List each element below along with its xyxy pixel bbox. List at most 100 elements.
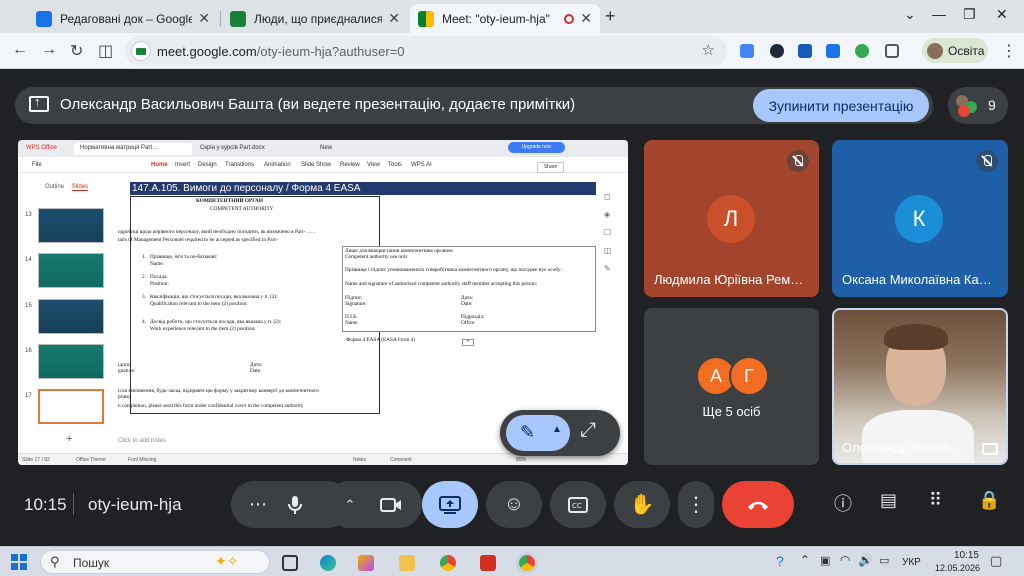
bookmark-star-icon[interactable]: ☆: [702, 41, 715, 59]
help-icon[interactable]: ?: [776, 553, 784, 569]
reload-icon[interactable]: ↻: [70, 41, 83, 61]
translate-extension-icon[interactable]: [740, 44, 754, 58]
menu-item: Home: [151, 162, 168, 168]
reactions-button[interactable]: ☺: [486, 481, 542, 528]
tab-search-icon[interactable]: ⌄: [904, 6, 916, 23]
chat-icon[interactable]: ▤: [880, 490, 897, 511]
edge-icon[interactable]: [320, 555, 336, 571]
url-text[interactable]: meet.google.com/oty-ieum-hja?authuser=0: [157, 44, 405, 59]
activities-icon[interactable]: ⠿: [929, 490, 942, 511]
office-label-en: Office: [461, 320, 475, 326]
authority-use-text: Прізвище і підпис уповноваженого співроб…: [345, 267, 562, 273]
close-tab-icon[interactable]: ✕: [198, 10, 210, 27]
item-number: 2.: [142, 274, 146, 280]
intro-text: одробиці щодо керівного персоналу, який …: [118, 229, 316, 235]
leave-call-button[interactable]: [722, 481, 794, 528]
others-tile[interactable]: А Г Ще 5 осіб: [644, 308, 819, 465]
input-language[interactable]: УКР: [902, 557, 921, 568]
copilot-icon[interactable]: [358, 555, 374, 571]
close-window-icon[interactable]: ✕: [996, 6, 1008, 23]
forward-icon[interactable]: →: [41, 41, 57, 59]
close-tab-icon[interactable]: ✕: [388, 10, 400, 27]
search-icon: ⚲: [50, 554, 60, 569]
volume-icon[interactable]: 🔊: [858, 553, 873, 567]
new-tab-button[interactable]: +: [605, 6, 616, 27]
wifi-icon[interactable]: ◠: [840, 553, 850, 567]
notes-placeholder: Click to add notes: [118, 438, 166, 444]
menu-item: Transitions: [225, 162, 255, 168]
wps-new-tab: New: [320, 145, 333, 151]
tray-date[interactable]: 12.05.2026: [932, 563, 980, 573]
extension-icon[interactable]: [855, 44, 869, 58]
docs-extension-icon[interactable]: [826, 44, 840, 58]
notifications-icon[interactable]: ▢: [990, 553, 1002, 569]
split-view-icon[interactable]: ◫: [98, 41, 113, 61]
item-label-en: Work experience relevant to the item (2)…: [150, 326, 256, 332]
wps-ribbon-menu: File Home Insert Design Transitions Anim…: [18, 157, 628, 173]
annotate-button[interactable]: ✎ ▲: [506, 415, 570, 451]
caret-up-icon: ▲: [552, 424, 562, 435]
intro-text-en: tails of Management Personnel required t…: [118, 237, 278, 243]
menu-kebab-icon[interactable]: ⋮: [1001, 41, 1017, 61]
captions-button[interactable]: CC: [550, 481, 606, 528]
tray-time[interactable]: 10:15: [945, 550, 979, 561]
name-label-en: Name: [345, 320, 358, 326]
stop-presenting-button[interactable]: Зупинити презентацію: [753, 89, 929, 122]
profile-button[interactable]: Освіта: [922, 38, 988, 63]
chrome-icon[interactable]: [440, 555, 456, 571]
self-video-tile[interactable]: Олександр Васил…: [832, 308, 1008, 465]
expand-icon[interactable]: ⤢: [580, 419, 596, 442]
back-icon[interactable]: ←: [12, 41, 28, 59]
meeting-info-icon[interactable]: ⓘ: [834, 490, 852, 516]
wps-office-icon[interactable]: [480, 555, 496, 571]
file-explorer-icon[interactable]: [399, 555, 415, 571]
host-controls-icon[interactable]: 🔒: [978, 490, 1000, 511]
participants-button[interactable]: 9: [948, 87, 1008, 124]
mic-button[interactable]: [272, 481, 318, 528]
present-screen-icon: [29, 94, 49, 112]
raise-hand-button[interactable]: ✋: [614, 481, 670, 528]
pen-annotate-icon: ✎: [520, 422, 536, 442]
battery-icon[interactable]: ▭: [879, 554, 889, 567]
url-path: /oty-ieum-hja?authuser=0: [256, 44, 405, 59]
extension-icon[interactable]: [798, 44, 812, 58]
thumb-number: 15: [25, 303, 32, 309]
extensions-puzzle-icon[interactable]: [885, 44, 899, 58]
slide-thumbnail: [38, 208, 104, 243]
minimize-icon[interactable]: —: [932, 6, 946, 22]
item-label: Кваліфікація, що стосується посади, яка …: [150, 294, 278, 300]
footer-text: ргану: [118, 394, 131, 400]
tray-app-icon[interactable]: ▣: [820, 554, 830, 567]
item-label-en: Position:: [150, 281, 169, 287]
chrome-active-icon[interactable]: [516, 552, 538, 574]
form-caption: Форма 4 EASA (EASA Form 4): [346, 337, 416, 343]
pip-icon[interactable]: [982, 443, 998, 455]
browser-tab-drive[interactable]: Редаговані док – Google Диск ✕: [28, 4, 218, 33]
item-number: 4.: [142, 319, 146, 325]
browser-tab-people[interactable]: Люди, що приєдналися до ку… ✕: [222, 4, 408, 33]
slides-panel-tabs: Outline Slides: [45, 184, 89, 191]
hang-up-icon: [748, 501, 768, 510]
participant-tile[interactable]: К Оксана Миколаївна Ка…: [832, 140, 1008, 297]
participant-tile[interactable]: Л Людмила Юріївна Рем…: [644, 140, 819, 297]
close-tab-icon[interactable]: ✕: [580, 10, 592, 27]
restore-icon[interactable]: ❐: [963, 6, 976, 23]
participant-name: Оксана Миколаївна Ка…: [842, 272, 992, 287]
more-options-button[interactable]: ⋮: [678, 481, 714, 528]
wps-doc-tab: Нормативна матриця Part…: [74, 143, 192, 155]
extension-icon[interactable]: [770, 44, 784, 58]
browser-tab-meet[interactable]: Meet: "oty-ieum-hja" ✕: [410, 4, 600, 33]
present-now-button[interactable]: [422, 481, 478, 528]
camera-options-icon[interactable]: ⌃: [330, 481, 370, 528]
site-info-icon[interactable]: [131, 41, 151, 61]
address-bar[interactable]: meet.google.com/oty-ieum-hja?authuser=0 …: [125, 36, 727, 66]
self-hair: [884, 324, 948, 350]
task-view-icon[interactable]: [282, 555, 298, 571]
sparkle-icon: ✦✧: [215, 553, 239, 569]
windows-start-icon[interactable]: [11, 554, 27, 570]
tray-overflow-icon[interactable]: ⌃: [800, 553, 810, 567]
taskbar-search[interactable]: ⚲ Пошук ✦✧: [40, 550, 270, 574]
camera-button[interactable]: [366, 481, 416, 528]
item-label-en: Name:: [150, 261, 165, 267]
windows-taskbar: ⚲ Пошук ✦✧ ? ⌃ ▣ ◠ 🔊 ▭ УКР 10:15 12.05.2…: [0, 546, 1024, 576]
